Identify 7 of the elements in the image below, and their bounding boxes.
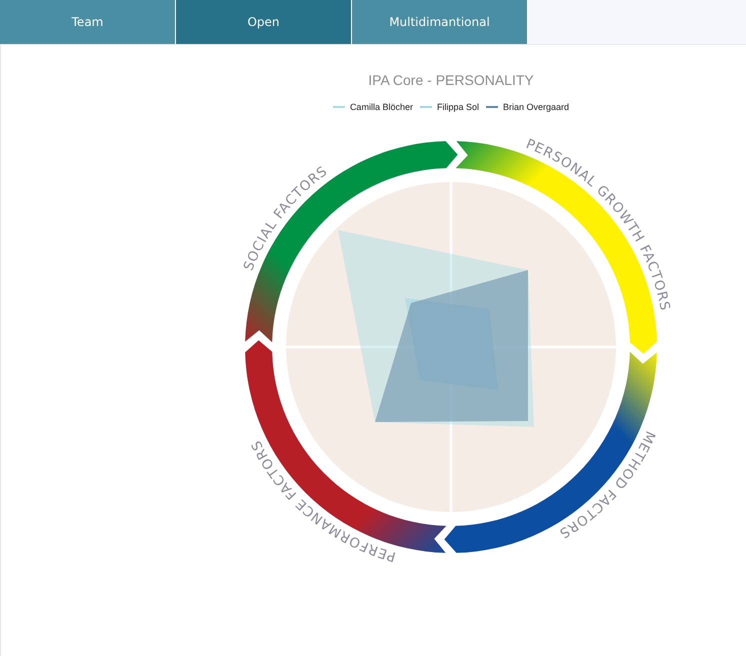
legend-label: Camilla Blöcher <box>350 102 413 112</box>
legend-label: Filippa Sol <box>436 102 479 112</box>
tab[interactable]: Multidimantional <box>352 0 528 44</box>
chart-title: IPA Core - PERSONALITY <box>368 72 534 88</box>
legend-label: Brian Overgaard <box>503 102 570 112</box>
tab[interactable]: Open <box>176 0 352 44</box>
tab[interactable]: Team <box>0 0 176 44</box>
